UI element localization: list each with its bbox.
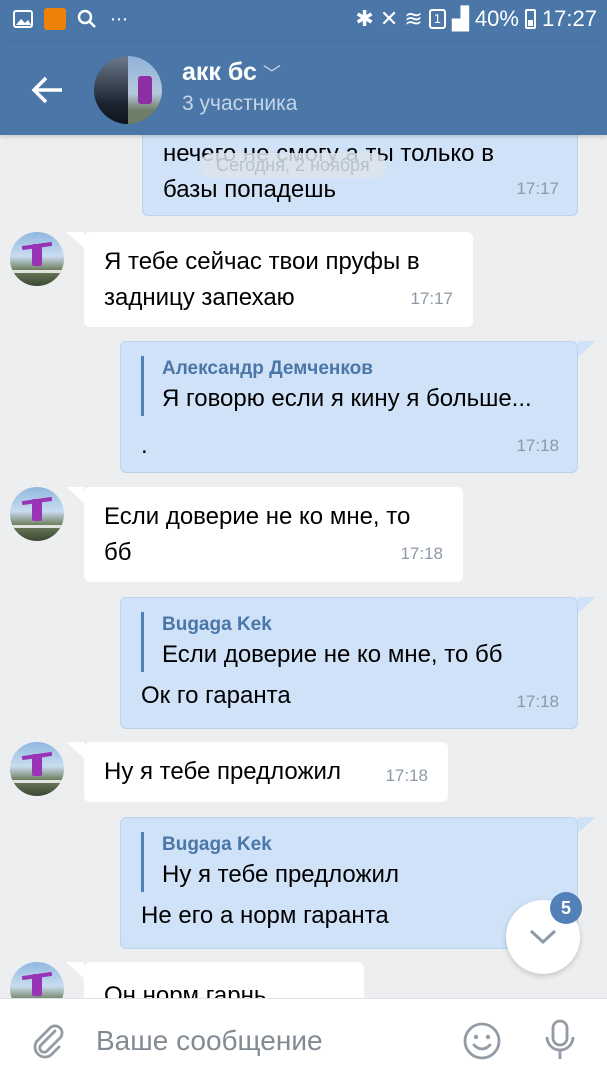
gallery-icon xyxy=(12,9,34,29)
message-text: Не его а норм гаранта xyxy=(141,902,389,929)
message-text: задницу запехаю xyxy=(104,284,295,311)
smile-icon xyxy=(463,1022,501,1060)
message-bubble-incoming[interactable]: Он норм гарнь xyxy=(84,962,364,998)
unread-badge: 5 xyxy=(550,892,582,924)
voice-record-button[interactable] xyxy=(544,1019,576,1066)
emoji-button[interactable] xyxy=(462,1021,502,1066)
message-text: Ок го гаранта xyxy=(141,682,291,709)
battery-icon xyxy=(524,9,536,29)
reply-quote[interactable]: Bugaga Kek Если доверие не ко мне, то бб xyxy=(141,612,503,672)
more-icon: ⋯ xyxy=(110,8,128,29)
bubble-tail xyxy=(66,742,84,758)
bubble-tail xyxy=(578,341,596,357)
message-time: 17:18 xyxy=(516,436,559,455)
message-time: 17:18 xyxy=(516,692,559,711)
wifi-icon: ≋ xyxy=(404,6,423,31)
message-text: бб xyxy=(104,539,132,566)
avatar[interactable] xyxy=(10,232,64,286)
message-bubble-incoming[interactable]: Ну я тебе предложил 17:18 xyxy=(84,742,448,802)
reply-quote[interactable]: Александр Демченков Я говорю если я кину… xyxy=(141,356,532,416)
mic-icon xyxy=(545,1019,575,1059)
back-arrow-icon xyxy=(31,76,62,104)
chat-header: акк бс ﹀ 3 участника xyxy=(0,42,607,135)
avatar[interactable] xyxy=(10,487,64,541)
search-icon xyxy=(76,9,98,29)
attach-button[interactable] xyxy=(28,1021,68,1066)
message-text: Ну я тебе предложил xyxy=(104,758,341,785)
avatar[interactable] xyxy=(10,962,64,998)
clock: 17:27 xyxy=(541,6,597,31)
bubble-tail xyxy=(66,232,84,248)
quote-text: Я говорю если я кину я больше... xyxy=(162,385,532,412)
quote-author: Александр Демченков xyxy=(162,358,373,379)
bluetooth-icon: ✱ xyxy=(355,6,374,31)
chevron-down-icon: ﹀ xyxy=(262,64,281,84)
back-button[interactable] xyxy=(28,70,68,110)
battery-percent: 40% xyxy=(474,6,519,31)
avatar[interactable] xyxy=(10,742,64,796)
message-text: Я тебе сейчас твои пруфы в xyxy=(104,248,420,275)
reply-quote[interactable]: Bugaga Kek Ну я тебе предложил xyxy=(141,832,399,892)
message-bubble-incoming[interactable]: Если доверие не ко мне, то бб 17:18 xyxy=(84,487,463,582)
message-list[interactable]: нечего не смогу а ты только в базы попад… xyxy=(0,135,607,998)
quote-author: Bugaga Kek xyxy=(162,614,272,635)
message-bubble-outgoing[interactable]: Bugaga Kek Если доверие не ко мне, то бб… xyxy=(120,597,578,729)
sim-badge: 1 xyxy=(428,9,446,29)
chat-subtitle: 3 участника xyxy=(182,92,298,115)
quote-text: Если доверие не ко мне, то бб xyxy=(162,641,503,668)
message-text: Он норм гарнь xyxy=(104,982,267,998)
composer-bar: Ваше сообщение xyxy=(0,998,607,1081)
quote-author: Bugaga Kek xyxy=(162,834,272,855)
signal-icon: ▟ xyxy=(451,6,469,31)
message-text: . xyxy=(141,432,148,459)
status-bar: ⋯ ✱ ✕ ≋ 1 ▟ 40% 17:27 xyxy=(0,0,607,42)
message-bubble-outgoing[interactable]: Александр Демченков Я говорю если я кину… xyxy=(120,341,578,473)
bubble-tail xyxy=(578,597,596,613)
chat-title[interactable]: акк бс ﹀ xyxy=(182,58,281,87)
attach-icon xyxy=(33,1024,64,1059)
quote-text: Ну я тебе предложил xyxy=(162,861,399,888)
message-input[interactable]: Ваше сообщение xyxy=(96,1025,323,1057)
bubble-tail xyxy=(66,962,84,978)
message-text: Если доверие не ко мне, то xyxy=(104,503,411,530)
mute-icon: ✕ xyxy=(379,6,399,31)
message-time: 17:18 xyxy=(400,544,443,563)
date-separator: Сегодня, 2 ноября xyxy=(200,153,386,178)
chat-avatar[interactable] xyxy=(94,56,162,124)
message-time: 17:18 xyxy=(385,766,428,785)
chevron-down-icon xyxy=(529,929,557,945)
bubble-tail xyxy=(66,487,84,503)
message-time: 17:17 xyxy=(410,289,453,308)
bubble-tail xyxy=(578,817,596,833)
message-time: 17:17 xyxy=(516,179,559,198)
chat-title-text: акк бс xyxy=(182,58,257,86)
odnoklassniki-icon xyxy=(44,8,66,30)
message-bubble-incoming[interactable]: Я тебе сейчас твои пруфы в задницу запех… xyxy=(84,232,473,327)
